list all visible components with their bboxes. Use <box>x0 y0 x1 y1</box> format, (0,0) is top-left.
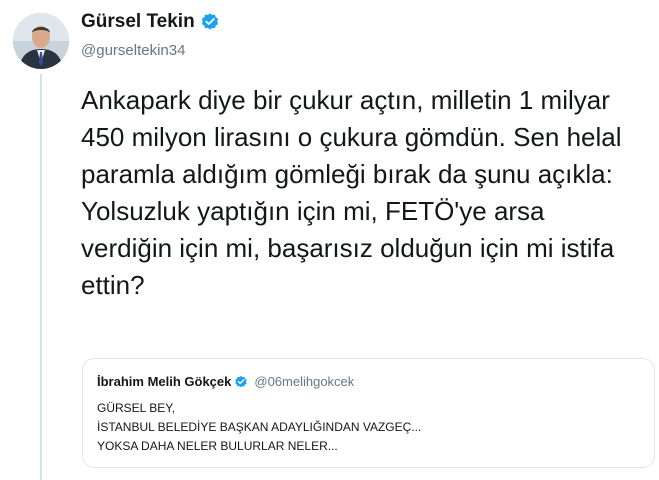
verified-badge-icon <box>200 12 220 32</box>
avatar[interactable] <box>13 13 69 69</box>
author-handle[interactable]: @gurseltekin34 <box>81 42 185 59</box>
quoted-tweet-line: İSTANBUL BELEDİYE BAŞKAN ADAYLIĞINDAN VA… <box>97 420 422 434</box>
tweet-card: Gürsel Tekin @gurseltekin34 Ankapark diy… <box>0 0 659 480</box>
quoted-author-handle: @06melihgokcek <box>254 374 355 389</box>
author-display-name[interactable]: Gürsel Tekin <box>81 11 195 33</box>
quoted-tweet-header: İbrahim Melih Gökçek @06melihgokcek <box>97 374 354 389</box>
tweet-text: Ankapark diye bir çukur açtın, milletin … <box>81 85 622 300</box>
profile-photo-icon <box>13 13 69 69</box>
quoted-tweet-line: YOKSA DAHA NELER BULURLAR NELER... <box>97 439 338 453</box>
quoted-tweet[interactable]: İbrahim Melih Gökçek @06melihgokcek GÜRS… <box>82 358 655 468</box>
quoted-author-name: İbrahim Melih Gökçek <box>97 374 232 389</box>
quoted-tweet-line: GÜRSEL BEY, <box>97 401 176 415</box>
thread-line <box>40 74 42 480</box>
quoted-verified-badge-icon <box>234 375 248 389</box>
author-name-row: Gürsel Tekin <box>81 11 220 33</box>
quoted-tweet-text: GÜRSEL BEY, İSTANBUL BELEDİYE BAŞKAN ADA… <box>97 399 421 456</box>
